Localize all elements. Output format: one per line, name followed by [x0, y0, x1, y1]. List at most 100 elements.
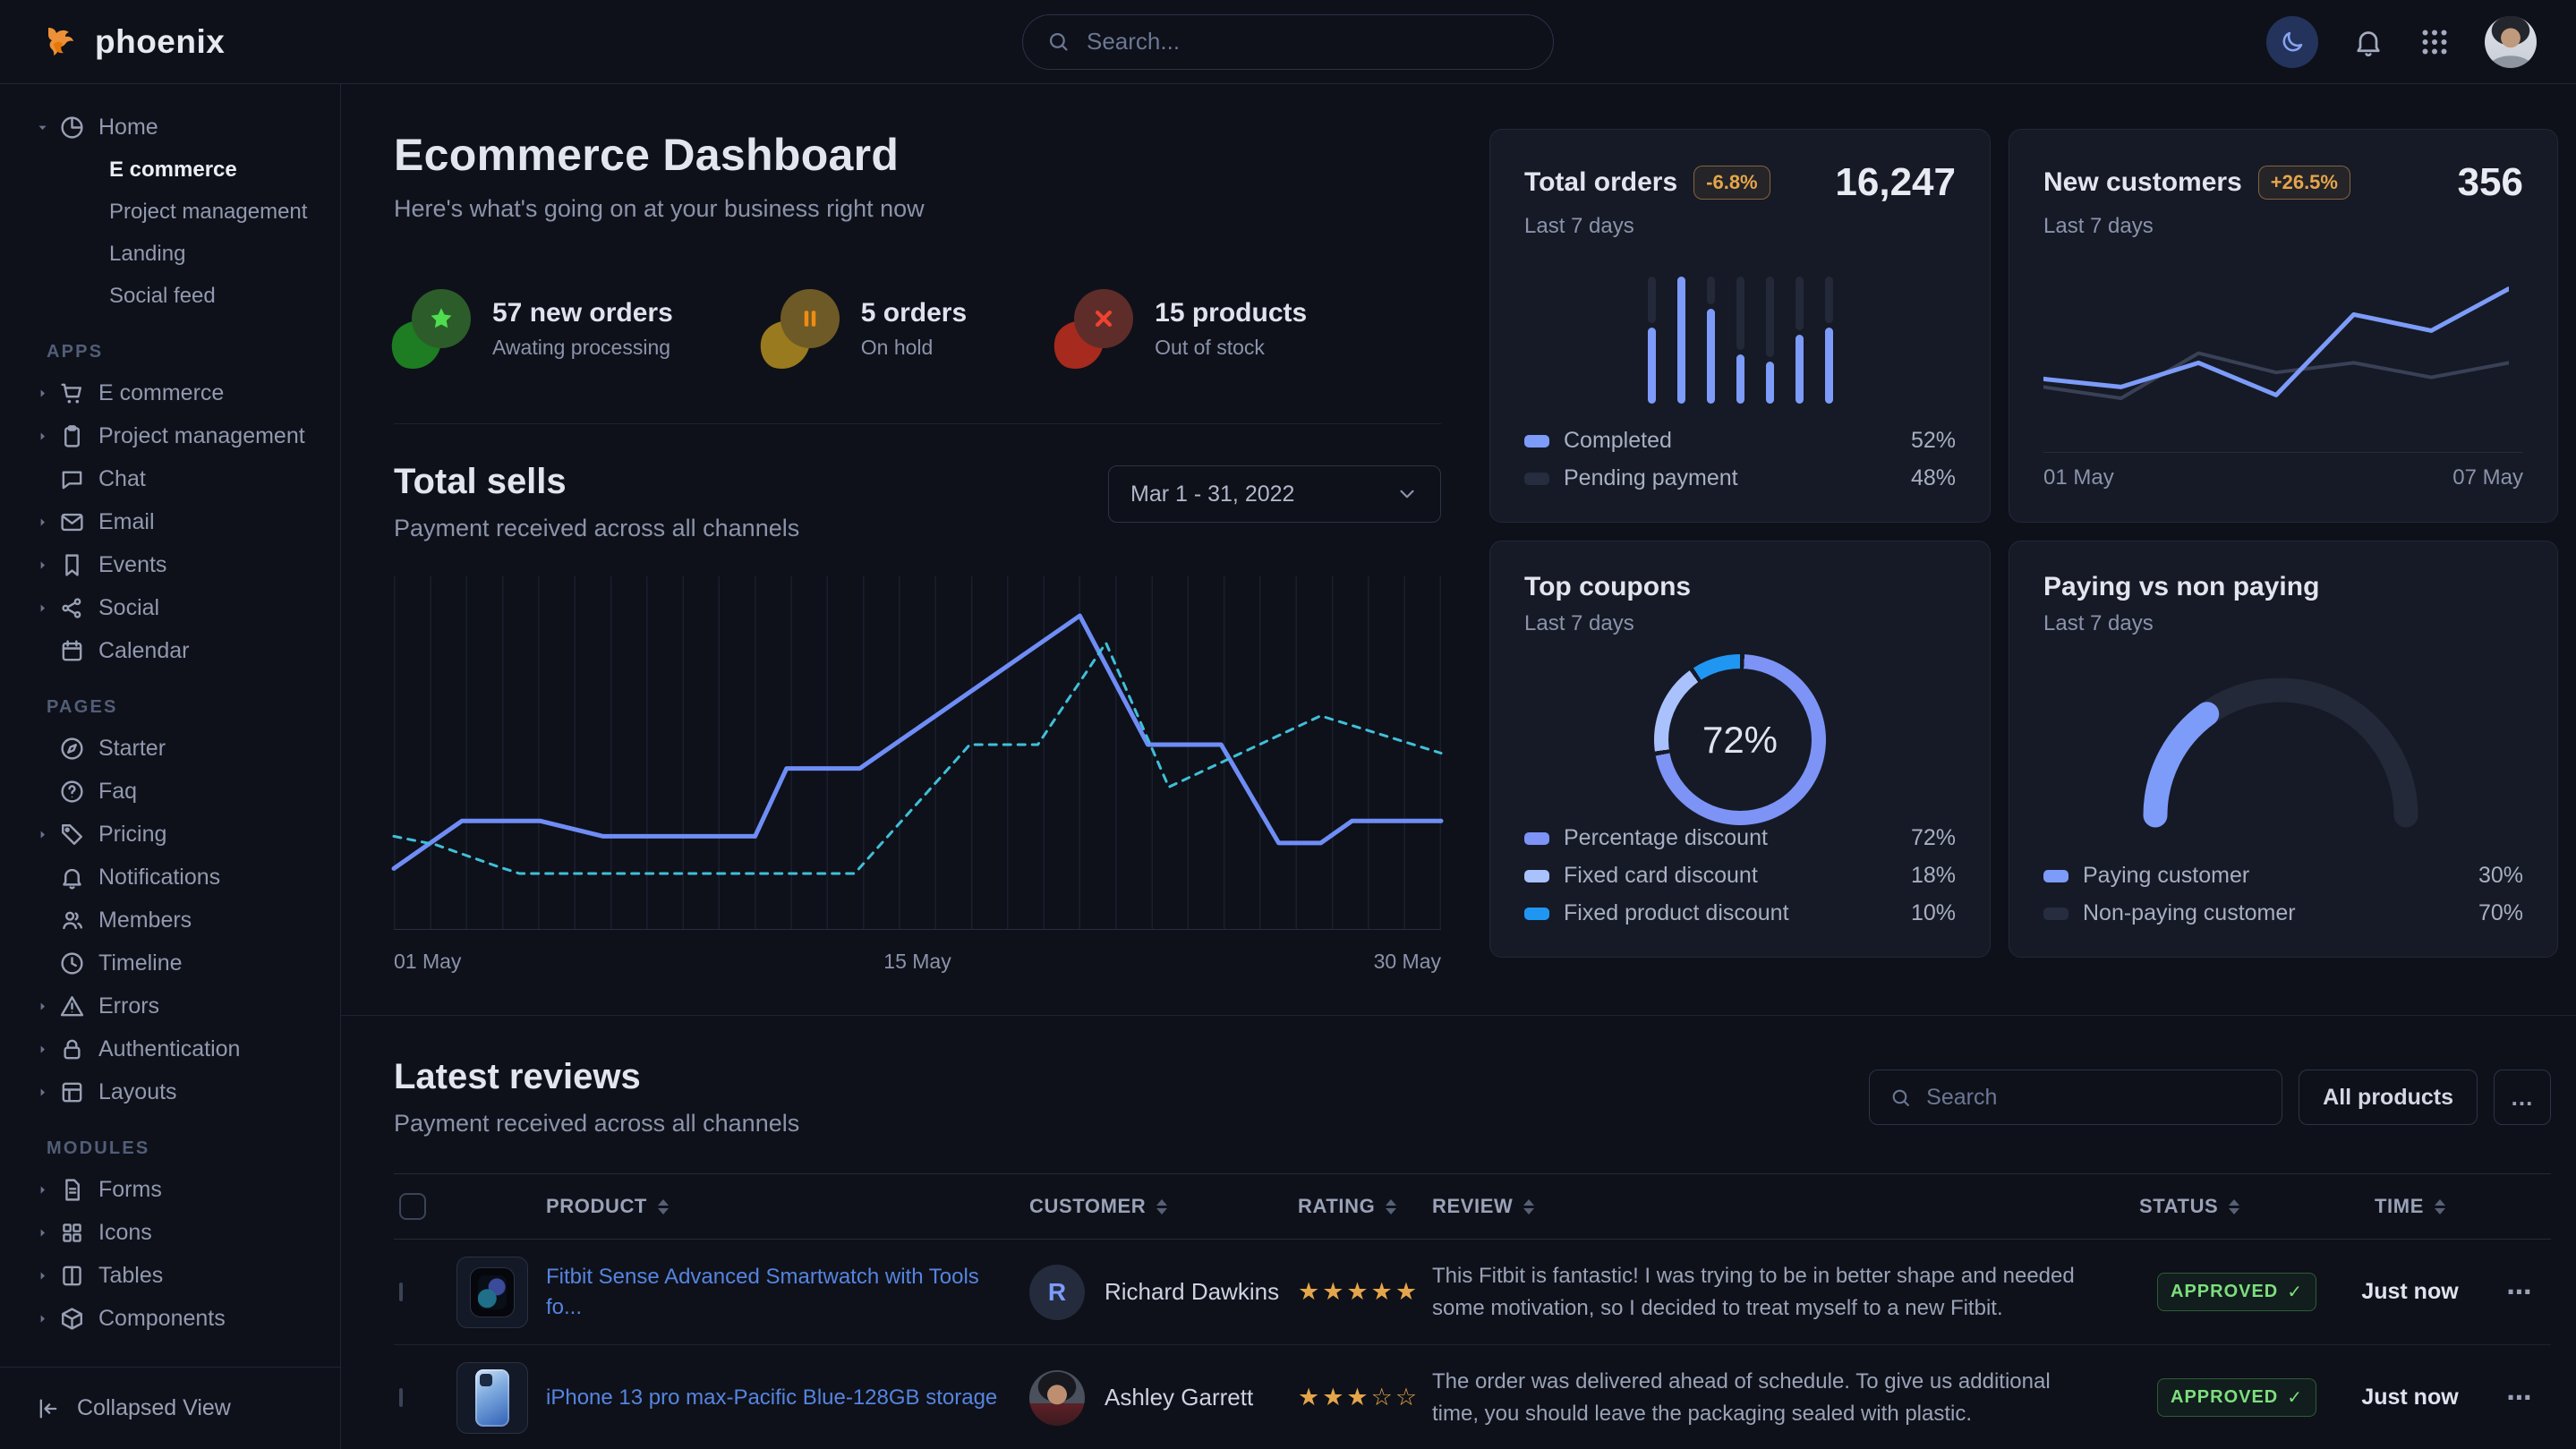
row-menu-button[interactable]: ⋯: [2488, 1383, 2551, 1412]
card-title: Paying vs non paying: [2043, 572, 2319, 602]
bar-fill: [1736, 354, 1744, 404]
sidebar-item-faq[interactable]: Faq: [36, 770, 326, 813]
apps-menu-button[interactable]: [2418, 26, 2451, 58]
sidebar-item-label: Social: [98, 595, 159, 621]
sidebar-item-icons[interactable]: Icons: [36, 1211, 326, 1254]
sidebar-item-email[interactable]: Email: [36, 500, 326, 543]
paying-card: Paying vs non paying Last 7 days Paying …: [2009, 541, 2558, 958]
legend-value: 70%: [2478, 900, 2523, 926]
coupons-donut-chart: 72%: [1654, 654, 1826, 825]
sort-icon[interactable]: [1386, 1199, 1396, 1215]
sidebar-item-project-management[interactable]: Project management: [109, 191, 326, 233]
legend-label: Pending payment: [1564, 465, 1738, 491]
sidebar-item-layouts[interactable]: Layouts: [36, 1070, 326, 1113]
rating-stars: ★★★☆☆: [1298, 1384, 1420, 1411]
all-products-filter-button[interactable]: All products: [2299, 1070, 2478, 1125]
row-menu-button[interactable]: ⋯: [2488, 1277, 2551, 1307]
reviews-more-button[interactable]: ...: [2494, 1070, 2551, 1125]
reviews-table: PRODUCT CUSTOMER RATING REVIEW STATUS TIME Fit…: [394, 1173, 2551, 1449]
column-header-label[interactable]: PRODUCT: [546, 1195, 647, 1218]
brand-logo[interactable]: phoenix: [39, 21, 225, 64]
stat-on-hold: 5 ordersOn hold: [763, 289, 967, 368]
row-checkbox[interactable]: [399, 1388, 403, 1407]
product-link[interactable]: iPhone 13 pro max-Pacific Blue-128GB sto…: [546, 1385, 1024, 1410]
card-title: Total orders: [1524, 167, 1677, 198]
collapse-sidebar-button[interactable]: Collapsed View: [0, 1367, 340, 1449]
smartwatch-image: [470, 1267, 515, 1317]
column-header-label[interactable]: REVIEW: [1432, 1195, 1513, 1218]
user-avatar[interactable]: [2485, 16, 2537, 68]
sidebar-item-e-commerce[interactable]: E commerce: [36, 371, 326, 414]
stat-awating-processing: 57 new ordersAwating processing: [394, 289, 673, 368]
select-all-checkbox[interactable]: [399, 1193, 426, 1220]
status-badge: APPROVED✓: [2157, 1273, 2316, 1311]
bar-fill: [1648, 328, 1656, 404]
sidebar-item-errors[interactable]: Errors: [36, 984, 326, 1027]
sidebar-item-calendar[interactable]: Calendar: [36, 629, 326, 672]
sidebar-item-landing[interactable]: Landing: [109, 233, 326, 275]
product-thumbnail: [456, 1257, 528, 1328]
table-columns-icon: [59, 1263, 91, 1289]
sidebar-item-notifications[interactable]: Notifications: [36, 856, 326, 899]
sort-icon[interactable]: [1523, 1199, 1534, 1215]
column-header-review: REVIEW: [1432, 1195, 2139, 1218]
sort-icon[interactable]: [2229, 1199, 2239, 1215]
column-header-label[interactable]: TIME: [2375, 1195, 2424, 1218]
column-header-customer: CUSTOMER: [1029, 1195, 1298, 1218]
row-checkbox[interactable]: [399, 1283, 403, 1301]
sidebar-item-authentication[interactable]: Authentication: [36, 1027, 326, 1070]
column-header-label[interactable]: STATUS: [2139, 1195, 2218, 1218]
total-sells-title: Total sells: [394, 462, 799, 502]
reviews-search-input[interactable]: [1924, 1084, 2262, 1112]
change-badge: +26.5%: [2258, 166, 2350, 200]
reviews-subtitle: Payment received across all channels: [394, 1110, 799, 1138]
reviews-table-header: PRODUCT CUSTOMER RATING REVIEW STATUS TIME: [394, 1173, 2551, 1240]
sidebar-item-social[interactable]: Social: [36, 586, 326, 629]
sidebar-item-timeline[interactable]: Timeline: [36, 942, 326, 984]
top-navbar: phoenix: [0, 0, 2576, 84]
sidebar-item-pricing[interactable]: Pricing: [36, 813, 326, 856]
rating-cell: ★★★☆☆: [1298, 1384, 1432, 1411]
caret-right-icon: [36, 601, 59, 615]
x-tick: 07 May: [2452, 465, 2523, 490]
status-badge: APPROVED✓: [2157, 1378, 2316, 1417]
date-range-select[interactable]: Mar 1 - 31, 2022: [1108, 465, 1441, 523]
sidebar-item-events[interactable]: Events: [36, 543, 326, 586]
stat-value: 15 products: [1155, 298, 1307, 328]
product-link[interactable]: Fitbit Sense Advanced Smartwatch with To…: [546, 1265, 979, 1319]
sidebar-item-label: Components: [98, 1306, 226, 1332]
theme-toggle-button[interactable]: [2266, 16, 2318, 68]
x-tick: 01 May: [2043, 465, 2114, 490]
caret-right-icon: [36, 1269, 59, 1283]
clipboard-icon: [59, 423, 91, 449]
status-label: APPROVED: [2171, 1387, 2278, 1408]
customer-avatar: [1029, 1370, 1085, 1426]
global-search-input[interactable]: [1085, 27, 1530, 56]
sidebar-item-e-commerce[interactable]: E commerce: [109, 149, 326, 191]
sort-icon[interactable]: [658, 1199, 669, 1215]
column-header-label[interactable]: CUSTOMER: [1029, 1195, 1146, 1218]
total-sells-x-axis: 01 May 15 May 30 May: [394, 950, 1441, 974]
sidebar-item-label: Icons: [98, 1220, 152, 1246]
envelope-icon: [59, 509, 91, 535]
notifications-button[interactable]: [2352, 26, 2384, 58]
sort-icon[interactable]: [2435, 1199, 2445, 1215]
sidebar-item-components[interactable]: Components: [36, 1297, 326, 1340]
sidebar-item-label: Calendar: [98, 638, 189, 664]
sidebar-item-forms[interactable]: Forms: [36, 1168, 326, 1211]
sidebar-item-chat[interactable]: Chat: [36, 457, 326, 500]
sidebar-item-members[interactable]: Members: [36, 899, 326, 942]
sidebar-item-home[interactable]: Home: [36, 106, 326, 149]
sidebar-item-tables[interactable]: Tables: [36, 1254, 326, 1297]
product-thumb-cell: [456, 1257, 546, 1328]
sidebar-item-label: Project management: [98, 423, 305, 449]
caret-down-icon: [36, 121, 59, 134]
product-thumbnail: [456, 1362, 528, 1434]
sidebar-item-project-management[interactable]: Project management: [36, 414, 326, 457]
sort-icon[interactable]: [1156, 1199, 1167, 1215]
row-checkbox-cell: [394, 1390, 456, 1406]
sidebar-item-starter[interactable]: Starter: [36, 727, 326, 770]
orders-bar-chart: [1648, 277, 1833, 404]
sidebar-item-social-feed[interactable]: Social feed: [109, 275, 326, 317]
column-header-label[interactable]: RATING: [1298, 1195, 1375, 1218]
